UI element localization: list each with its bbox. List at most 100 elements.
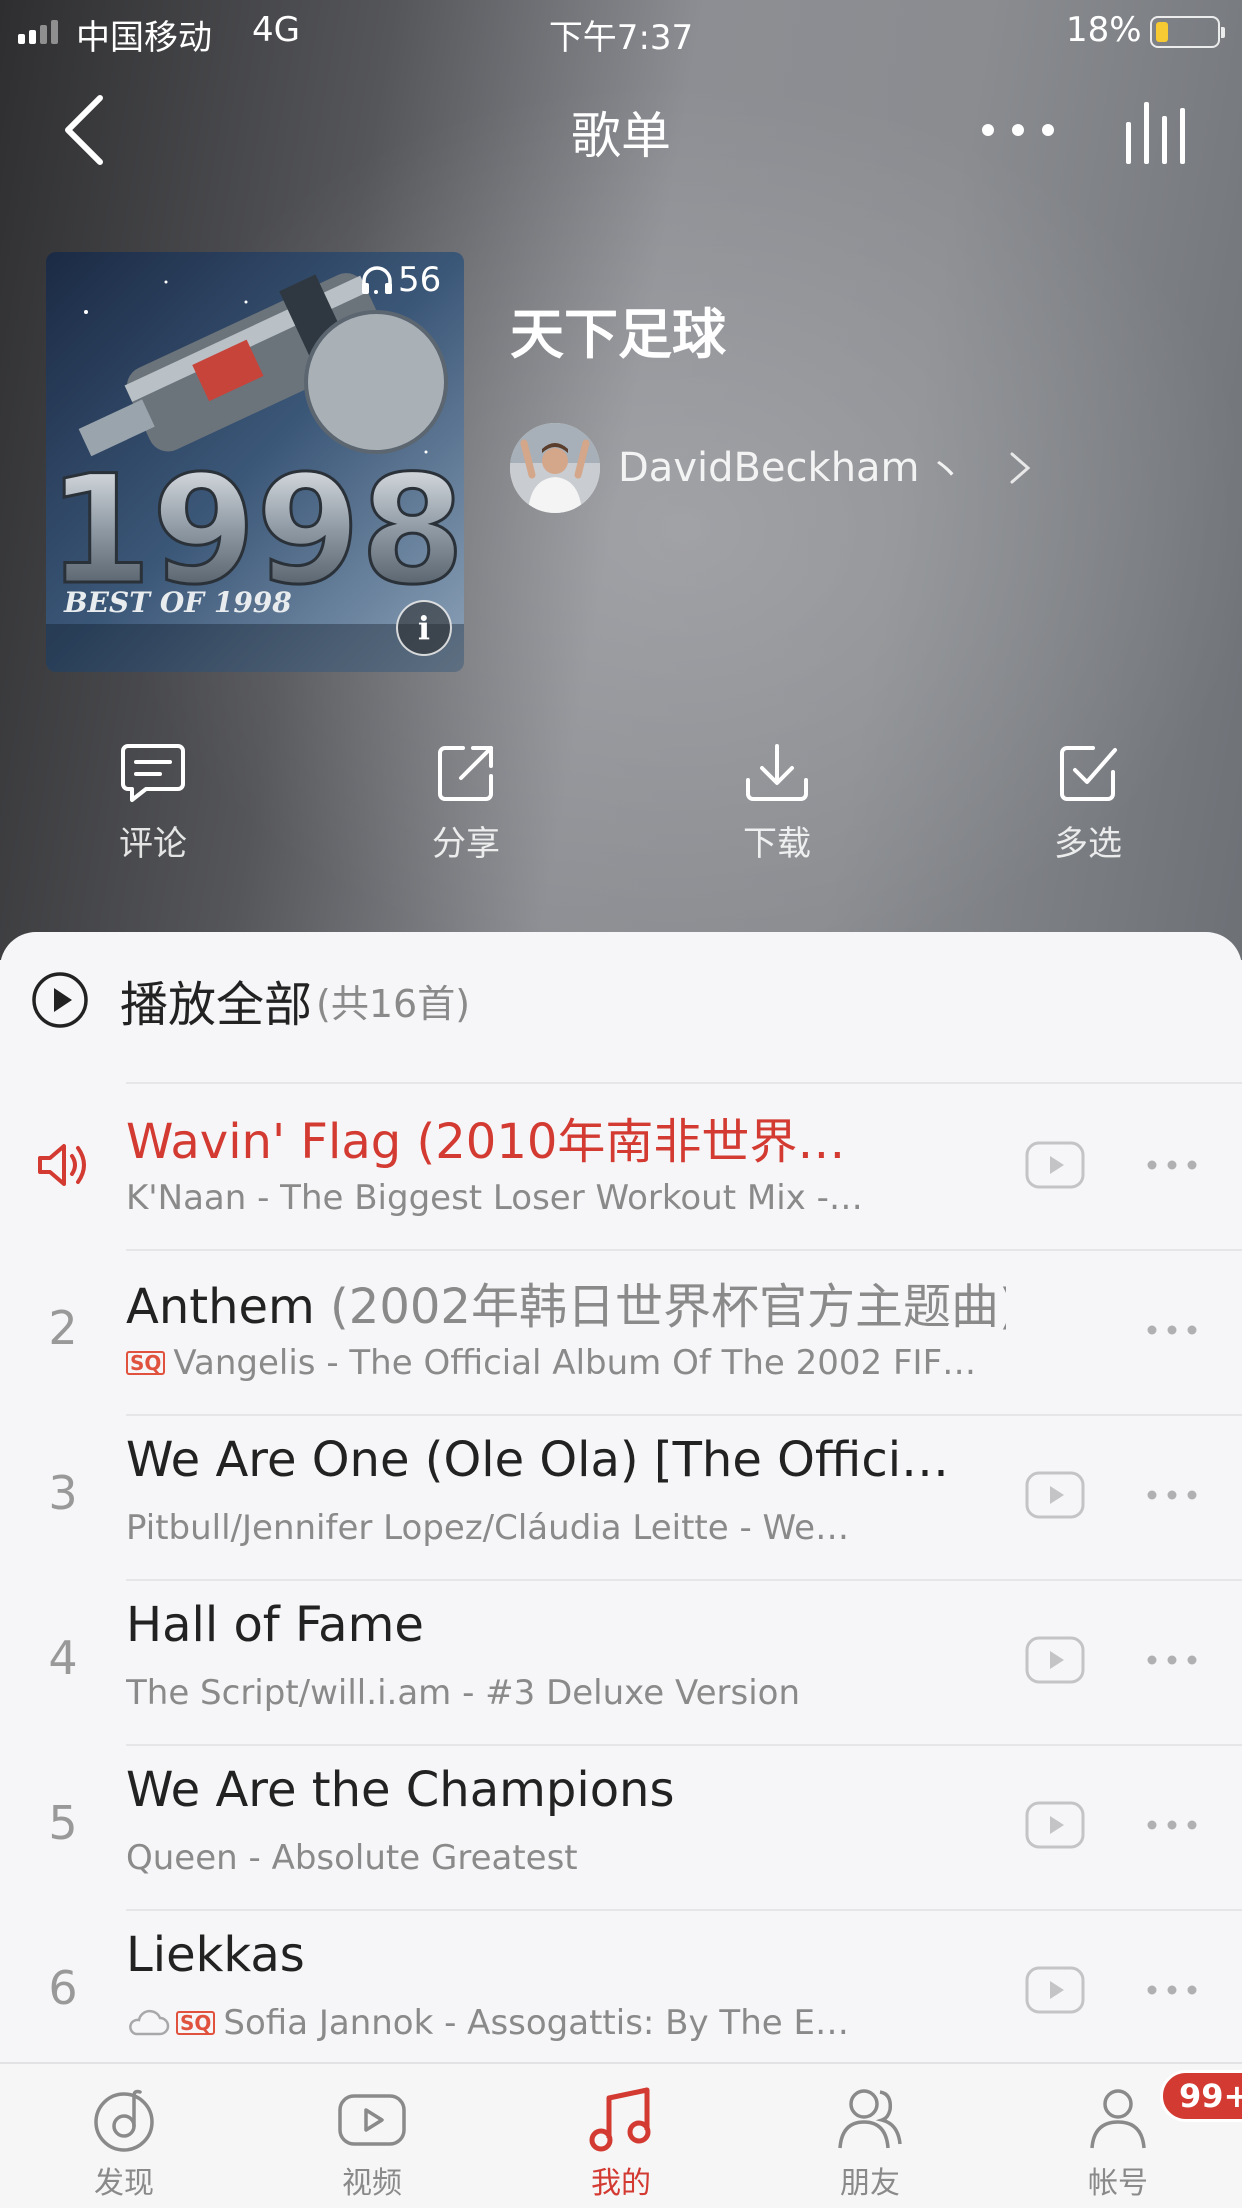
tab-discover[interactable]: 发现: [44, 2082, 204, 2202]
mv-play-icon[interactable]: [1024, 1800, 1086, 1850]
song-title: Liekkas: [126, 1927, 1006, 1983]
song-artist-album: Pitbull/Jennifer Lopez/Cláudia Leitte - …: [126, 1508, 850, 1548]
creator-link[interactable]: DavidBeckham 丶: [510, 422, 1032, 514]
song-index: 6: [48, 1961, 78, 2015]
discover-icon: [94, 2089, 154, 2152]
download-icon: [746, 744, 808, 801]
share-button[interactable]: 分享: [366, 742, 566, 865]
song-row[interactable]: 3 We Are One (Ole Ola) [The Offici… Pitb…: [0, 1414, 1242, 1579]
song-list-panel: 播放全部 (共16首) Wavin' Flag (2010年南非世界… K'Na…: [0, 932, 1242, 2062]
song-title-main: Wavin' Flag: [126, 1114, 402, 1170]
sq-badge: SQ: [176, 2011, 216, 2035]
song-index: 5: [48, 1796, 78, 1850]
more-vertical-icon[interactable]: [1144, 1810, 1200, 1840]
multi-select-label: 多选: [1054, 824, 1122, 864]
speaker-playing-icon: [38, 1144, 86, 1186]
headphones-icon: [362, 266, 392, 294]
tab-account-label: 帐号: [1088, 2166, 1148, 2201]
song-meta: SQ Vangelis - The Official Album Of The 2…: [126, 1343, 976, 1383]
tab-friends[interactable]: 朋友: [790, 2082, 950, 2202]
more-vertical-icon[interactable]: [1144, 1645, 1200, 1675]
music-note-icon: [589, 2087, 651, 2152]
song-row[interactable]: 5 We Are the Champions Queen - Absolute …: [0, 1744, 1242, 1909]
mv-play-icon[interactable]: [1024, 1965, 1086, 2015]
play-circle-icon: [32, 972, 88, 1028]
song-title-main: We Are the Champions: [126, 1762, 675, 1818]
song-title-main: We Are One (Ole Ola) [The Offici…: [126, 1432, 950, 1488]
comment-button[interactable]: 评论: [53, 742, 253, 865]
tab-video[interactable]: 视频: [292, 2082, 452, 2202]
song-title-main: Hall of Fame: [126, 1597, 424, 1653]
song-artist-album: Vangelis - The Official Album Of The 200…: [173, 1343, 976, 1383]
song-artist-album: Queen - Absolute Greatest: [126, 1838, 578, 1878]
multi-select-button[interactable]: 多选: [988, 742, 1188, 865]
song-meta: The Script/will.i.am - #3 Deluxe Version: [126, 1673, 976, 1713]
mv-play-icon[interactable]: [1024, 1470, 1086, 1520]
more-vertical-icon[interactable]: [1144, 1150, 1200, 1180]
tab-discover-label: 发现: [94, 2166, 154, 2201]
creator-suffix: 丶: [927, 451, 964, 492]
more-horizontal-icon[interactable]: [978, 110, 1058, 150]
cloud-icon: [129, 2009, 170, 2036]
tab-video-label: 视频: [342, 2166, 402, 2201]
nav-bar: 歌单: [0, 70, 1242, 180]
comment-label: 评论: [119, 824, 187, 864]
download-button[interactable]: 下载: [677, 742, 877, 865]
cover-subtitle: BEST OF 1998: [63, 586, 292, 619]
account-icon: [1090, 2089, 1146, 2149]
song-index: 3: [48, 1466, 78, 1520]
tab-friends-label: 朋友: [840, 2166, 900, 2201]
comment-icon: [121, 744, 185, 802]
song-title-main: Anthem: [126, 1279, 315, 1335]
song-title-sub: (2002年韩日世界杯官方主题曲): [314, 1279, 1006, 1335]
more-vertical-icon[interactable]: [1144, 1975, 1200, 2005]
song-index: 2: [48, 1301, 78, 1355]
song-row[interactable]: Wavin' Flag (2010年南非世界… K'Naan - The Big…: [0, 1084, 1242, 1249]
battery-icon: [1150, 16, 1225, 48]
download-label: 下载: [743, 824, 811, 864]
mv-play-icon[interactable]: [1024, 1140, 1086, 1190]
share-label: 分享: [432, 824, 500, 864]
status-bar: 中国移动 4G 下午7:37 18%: [0, 0, 1242, 62]
tab-bar: 发现 视频 我的 朋友 帐号: [0, 2062, 1242, 2208]
equalizer-bars-icon[interactable]: [1122, 94, 1192, 164]
song-artist-album: Sofia Jannok - Assogattis: By The E…: [223, 2003, 849, 2043]
info-icon[interactable]: i: [396, 600, 452, 656]
sq-badge: SQ: [126, 1351, 166, 1375]
song-title: Anthem (2002年韩日世界杯官方主题曲): [126, 1267, 1006, 1337]
action-row: 评论 分享 下载 多选: [0, 742, 1242, 892]
song-artist-album: The Script/will.i.am - #3 Deluxe Version: [126, 1673, 801, 1713]
song-title-sub: (2010年南非世界…: [401, 1114, 846, 1170]
more-vertical-icon[interactable]: [1144, 1315, 1200, 1345]
play-count-value: 56: [398, 260, 442, 300]
more-vertical-icon[interactable]: [1144, 1480, 1200, 1510]
battery-percent: 18%: [1066, 10, 1142, 50]
mv-play-icon[interactable]: [1024, 1635, 1086, 1685]
avatar[interactable]: [510, 423, 600, 513]
song-title: Hall of Fame: [126, 1597, 1006, 1653]
song-title: We Are One (Ole Ola) [The Offici…: [126, 1432, 1006, 1488]
status-time: 下午7:37: [548, 18, 694, 58]
notification-badge: 99+: [1160, 2070, 1242, 2122]
song-artist-album: K'Naan - The Biggest Loser Workout Mix -…: [126, 1178, 863, 1218]
video-icon: [338, 2094, 406, 2146]
play-all-label: 播放全部: [120, 977, 313, 1033]
tab-mine[interactable]: 我的: [541, 2082, 701, 2202]
song-row[interactable]: 2 Anthem (2002年韩日世界杯官方主题曲) SQ Vangelis - …: [0, 1249, 1242, 1414]
song-title-main: Liekkas: [126, 1927, 305, 1983]
song-meta: Pitbull/Jennifer Lopez/Cláudia Leitte - …: [126, 1508, 976, 1548]
tab-mine-label: 我的: [591, 2166, 651, 2201]
song-index: 4: [48, 1631, 78, 1685]
song-count: (共16首): [316, 981, 471, 1026]
song-row[interactable]: 6 Liekkas SQ Sofia Jannok - Assogattis: …: [0, 1909, 1242, 2074]
song-meta: Queen - Absolute Greatest: [126, 1838, 976, 1878]
song-title: We Are the Champions: [126, 1762, 1006, 1818]
playlist-cover[interactable]: 1998 BEST OF 1998: [46, 252, 464, 672]
song-row[interactable]: 4 Hall of Fame The Script/will.i.am - #3…: [0, 1579, 1242, 1744]
song-title: Wavin' Flag (2010年南非世界…: [126, 1102, 1006, 1172]
play-all-button[interactable]: 播放全部 (共16首): [0, 962, 1242, 1038]
playlist-title: 天下足球: [510, 303, 726, 366]
share-icon: [438, 746, 493, 801]
creator-name: DavidBeckham: [618, 445, 920, 491]
song-meta: SQ Sofia Jannok - Assogattis: By The E…: [126, 2003, 976, 2043]
